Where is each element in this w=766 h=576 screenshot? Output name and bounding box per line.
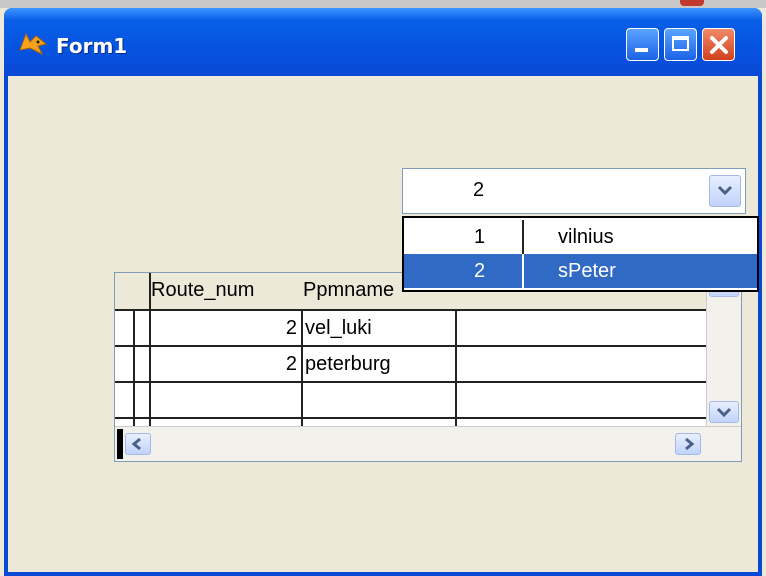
title-bar[interactable]: Form1 <box>4 8 762 76</box>
option-name: vilnius <box>558 226 614 248</box>
route-combo-box[interactable]: 2 <box>402 168 746 214</box>
option-num: 1 <box>474 226 486 248</box>
horizontal-scrollbar[interactable] <box>115 426 741 461</box>
column-separator <box>522 220 524 254</box>
cell-ppmname[interactable]: vel_luki <box>305 311 372 345</box>
grid-line <box>115 381 709 383</box>
maximize-button[interactable] <box>664 28 697 61</box>
column-separator <box>522 254 524 288</box>
combo-dropdown-button[interactable] <box>709 175 741 207</box>
grid-line <box>133 309 135 429</box>
chevron-down-icon <box>716 407 732 418</box>
combo-dropdown-list[interactable]: 1 vilnius 2 sPeter <box>402 216 759 292</box>
background-screen-strip <box>0 0 766 8</box>
combo-value: 2 <box>473 179 485 201</box>
scroll-right-button[interactable] <box>675 433 701 455</box>
option-name: sPeter <box>558 260 616 282</box>
list-item-selected[interactable]: 2 sPeter <box>404 254 757 288</box>
grid-line <box>301 309 303 429</box>
minimize-icon <box>635 48 648 52</box>
chevron-right-icon <box>685 437 695 451</box>
close-button[interactable] <box>702 28 735 61</box>
form-client-area: Route_num Ppmname 2 vel_luki 2 peterburg <box>8 76 759 572</box>
maximize-icon <box>672 36 689 51</box>
chevron-left-icon <box>131 437 141 451</box>
grid-line <box>455 309 457 429</box>
grid-line <box>115 417 709 419</box>
fox-app-icon <box>19 32 48 56</box>
cell-route-num[interactable]: 2 <box>151 347 297 381</box>
close-icon <box>710 36 728 54</box>
window-title: Form1 <box>56 34 128 58</box>
background-window-close-fragment <box>680 0 704 6</box>
list-item[interactable]: 1 vilnius <box>404 220 757 254</box>
minimize-button[interactable] <box>626 28 659 61</box>
vertical-scrollbar[interactable] <box>706 273 741 427</box>
data-grid[interactable]: Route_num Ppmname 2 vel_luki 2 peterburg <box>114 272 742 462</box>
record-pointer <box>117 429 123 459</box>
form-window: Form1 Route_num Ppmname 2 vel_luki 2 pet… <box>4 8 762 576</box>
scroll-down-button[interactable] <box>709 401 739 423</box>
chevron-down-icon <box>717 185 733 196</box>
scroll-left-button[interactable] <box>125 433 151 455</box>
option-num: 2 <box>474 260 486 282</box>
column-header-route-num[interactable]: Route_num <box>151 273 254 307</box>
column-header-ppmname[interactable]: Ppmname <box>303 273 394 307</box>
cell-ppmname[interactable]: peterburg <box>305 347 391 381</box>
cell-route-num[interactable]: 2 <box>151 311 297 345</box>
